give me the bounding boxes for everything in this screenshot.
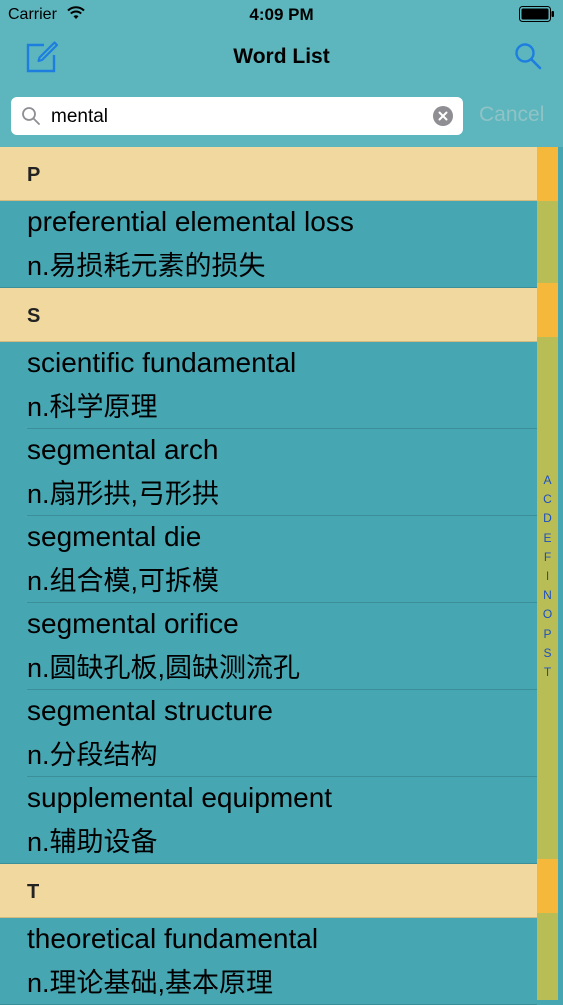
search-field[interactable] [11,97,463,137]
search-input[interactable] [49,97,433,137]
section-index-bar[interactable]: A C D E F I N O P S T [537,147,558,1000]
meaning: n.辅助设备 [27,827,158,857]
status-bar: Carrier 4:09 PM [0,0,563,30]
term: segmental die [27,521,202,552]
index-letter[interactable]: P [537,625,558,644]
section-header: T [0,864,537,918]
index-letter[interactable]: E [537,529,558,548]
term: segmental orifice [27,608,239,639]
meaning: n.扇形拱,弓形拱 [27,479,220,509]
index-letters: A C D E F I N O P S T [537,471,558,682]
meaning: n.科学原理 [27,392,158,422]
meaning: n.易损耗元素的损失 [27,251,266,281]
term: supplemental equipment [27,782,333,813]
section-letter: T [27,881,40,903]
list-item[interactable]: preferential elemental loss n.易损耗元素的损失 [0,201,537,288]
list-item[interactable]: segmental orifice n.圆缺孔板,圆缺测流孔 [0,603,537,690]
navigation-bar: Word List [0,30,563,87]
term: segmental structure [27,695,273,726]
clear-icon[interactable] [433,106,453,126]
list-item[interactable]: supplemental equipment n.辅助设备 [0,777,537,864]
section-letter: P [27,164,41,186]
list-item[interactable]: segmental arch n.扇形拱,弓形拱 [0,429,537,516]
list-item[interactable]: segmental structure n.分段结构 [0,690,537,777]
index-letter[interactable]: F [537,548,558,567]
page-title: Word List [233,45,330,68]
term: segmental arch [27,434,219,465]
meaning: n.圆缺孔板,圆缺测流孔 [27,653,301,683]
section-header: S [0,288,537,342]
battery-icon [519,6,554,22]
index-letter[interactable]: T [537,663,558,682]
term: preferential elemental loss [27,206,354,237]
section-letter: S [27,305,41,327]
search-bar: Cancel [0,87,563,147]
meaning: n.分段结构 [27,740,158,770]
search-icon[interactable] [513,41,543,71]
index-accent [537,859,558,913]
meaning: n.组合模,可拆模 [27,566,220,596]
list-item[interactable]: scientific fundamental n.科学原理 [0,342,537,429]
magnifier-icon [22,107,40,125]
cancel-button[interactable]: Cancel [479,103,544,127]
index-letter[interactable]: D [537,509,558,528]
term: scientific fundamental [27,347,297,378]
index-letter[interactable]: S [537,644,558,663]
index-letter[interactable]: I [537,567,558,586]
word-list: P preferential elemental loss n.易损耗元素的损失… [0,147,537,1005]
status-time: 4:09 PM [249,5,314,24]
index-accent [537,283,558,337]
index-letter[interactable]: A [537,471,558,490]
index-accent [537,147,558,201]
meaning: n.理论基础,基本原理 [27,968,274,998]
section-header: P [0,147,537,201]
term: theoretical fundamental [27,923,319,954]
index-letter[interactable]: N [537,586,558,605]
list-item[interactable]: theoretical fundamental n.理论基础,基本原理 [0,918,537,1005]
list-item[interactable]: segmental die n.组合模,可拆模 [0,516,537,603]
index-letter[interactable]: O [537,605,558,624]
index-letter[interactable]: C [537,490,558,509]
